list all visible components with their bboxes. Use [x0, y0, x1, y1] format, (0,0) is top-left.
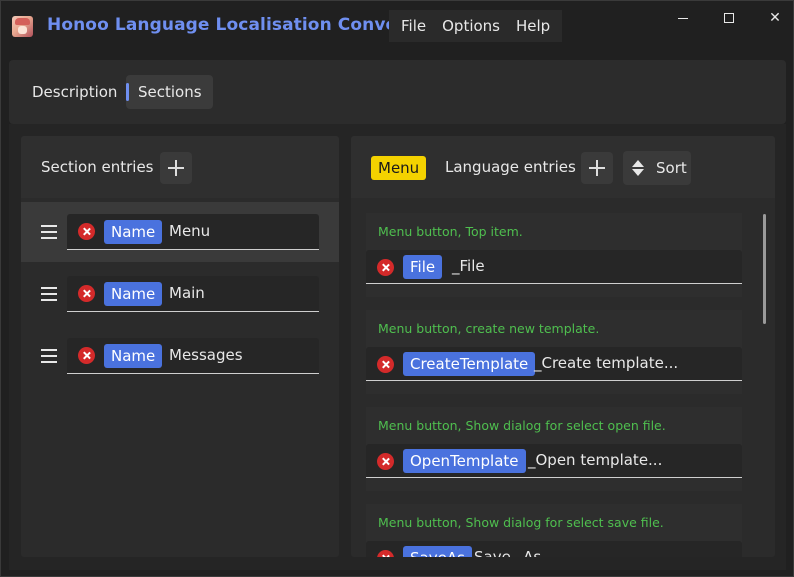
- section-name-value[interactable]: Messages: [169, 346, 243, 364]
- section-name-value[interactable]: Main: [169, 284, 205, 302]
- remove-icon[interactable]: [78, 223, 95, 240]
- sort-icon: [632, 160, 644, 176]
- entry-value[interactable]: _Create template...: [534, 354, 678, 372]
- tab-strip: Description Sections: [9, 60, 786, 124]
- section-badge: Menu: [371, 156, 427, 180]
- menu-options[interactable]: Options: [434, 10, 508, 42]
- language-entry-list[interactable]: Menu button, Top item. File _File Menu b…: [351, 198, 775, 557]
- entry-key-chip: CreateTemplate: [403, 352, 536, 376]
- entry-value[interactable]: _File: [452, 257, 485, 275]
- menu-file[interactable]: File: [393, 10, 434, 42]
- maximize-button[interactable]: [706, 5, 752, 31]
- minimize-icon: [678, 17, 688, 19]
- section-entries-title: Section entries: [41, 158, 154, 176]
- section-row[interactable]: Name Messages: [21, 326, 339, 386]
- close-button[interactable]: ✕: [752, 5, 794, 31]
- language-entry: Menu button, Show dialog for select save…: [366, 504, 742, 557]
- entry-comment[interactable]: Menu button, create new template.: [378, 321, 599, 336]
- close-icon: ✕: [769, 10, 781, 26]
- entry-value-field[interactable]: OpenTemplate _Open template...: [366, 444, 742, 478]
- entry-value[interactable]: Save _As...: [474, 548, 555, 557]
- language-entries-header: Menu Language entries Sort: [351, 136, 775, 198]
- add-entry-button[interactable]: [581, 152, 613, 184]
- language-entries-title: Language entries: [445, 158, 576, 176]
- entry-key-chip: File: [403, 255, 443, 279]
- entry-comment[interactable]: Menu button, Show dialog for select open…: [378, 418, 666, 433]
- menu-bar: File Options Help: [389, 10, 563, 42]
- entry-value[interactable]: _Open template...: [528, 451, 662, 469]
- section-name-field[interactable]: Name Menu: [67, 214, 319, 250]
- section-name-field[interactable]: Name Messages: [67, 338, 319, 374]
- remove-icon[interactable]: [377, 550, 394, 557]
- name-chip: Name: [104, 344, 163, 368]
- drag-handle-icon[interactable]: [41, 225, 57, 239]
- sort-button[interactable]: Sort: [623, 151, 691, 185]
- remove-icon[interactable]: [78, 285, 95, 302]
- name-chip: Name: [104, 282, 163, 306]
- app-window: Honoo Language Localisation Converter Fi…: [0, 0, 794, 577]
- remove-icon[interactable]: [377, 259, 394, 276]
- section-entries-panel: Section entries Name Menu Name Main Name…: [21, 136, 339, 557]
- section-row[interactable]: Name Menu: [21, 202, 339, 262]
- app-title: Honoo Language Localisation Converter: [47, 15, 435, 35]
- language-entry: Menu button, Show dialog for select open…: [366, 407, 742, 491]
- add-section-button[interactable]: [160, 152, 192, 184]
- section-name-field[interactable]: Name Main: [67, 276, 319, 312]
- drag-handle-icon[interactable]: [41, 349, 57, 363]
- entry-key-chip: OpenTemplate: [403, 449, 526, 473]
- entries-scrollbar[interactable]: [763, 214, 766, 324]
- remove-icon[interactable]: [78, 347, 95, 364]
- entry-key-chip: SaveAs: [403, 546, 472, 557]
- remove-icon[interactable]: [377, 356, 394, 373]
- maximize-icon: [724, 13, 734, 23]
- entry-comment[interactable]: Menu button, Top item.: [378, 224, 523, 239]
- plus-icon: [168, 160, 184, 176]
- minimize-button[interactable]: [660, 5, 706, 31]
- title-bar[interactable]: Honoo Language Localisation Converter Fi…: [1, 1, 793, 51]
- entry-value-field[interactable]: File _File: [366, 250, 742, 284]
- entry-value-field[interactable]: CreateTemplate _Create template...: [366, 347, 742, 381]
- name-chip: Name: [104, 220, 163, 244]
- section-entries-header: Section entries: [21, 136, 339, 198]
- remove-icon[interactable]: [377, 453, 394, 470]
- language-entries-panel: Menu Language entries Sort Menu button, …: [351, 136, 775, 557]
- plus-icon: [589, 160, 605, 176]
- drag-handle-icon[interactable]: [41, 287, 57, 301]
- tab-description[interactable]: Description: [21, 75, 128, 109]
- tab-sections[interactable]: Sections: [126, 75, 213, 109]
- section-name-value[interactable]: Menu: [169, 222, 210, 240]
- entry-comment[interactable]: Menu button, Show dialog for select save…: [378, 515, 664, 530]
- entry-value-field[interactable]: SaveAs Save _As...: [366, 541, 742, 557]
- app-logo-icon: [12, 16, 33, 37]
- language-entry: Menu button, create new template. Create…: [366, 310, 742, 394]
- section-row[interactable]: Name Main: [21, 264, 339, 324]
- sort-label: Sort: [656, 159, 687, 177]
- language-entry: Menu button, Top item. File _File: [366, 213, 742, 297]
- menu-help[interactable]: Help: [508, 10, 558, 42]
